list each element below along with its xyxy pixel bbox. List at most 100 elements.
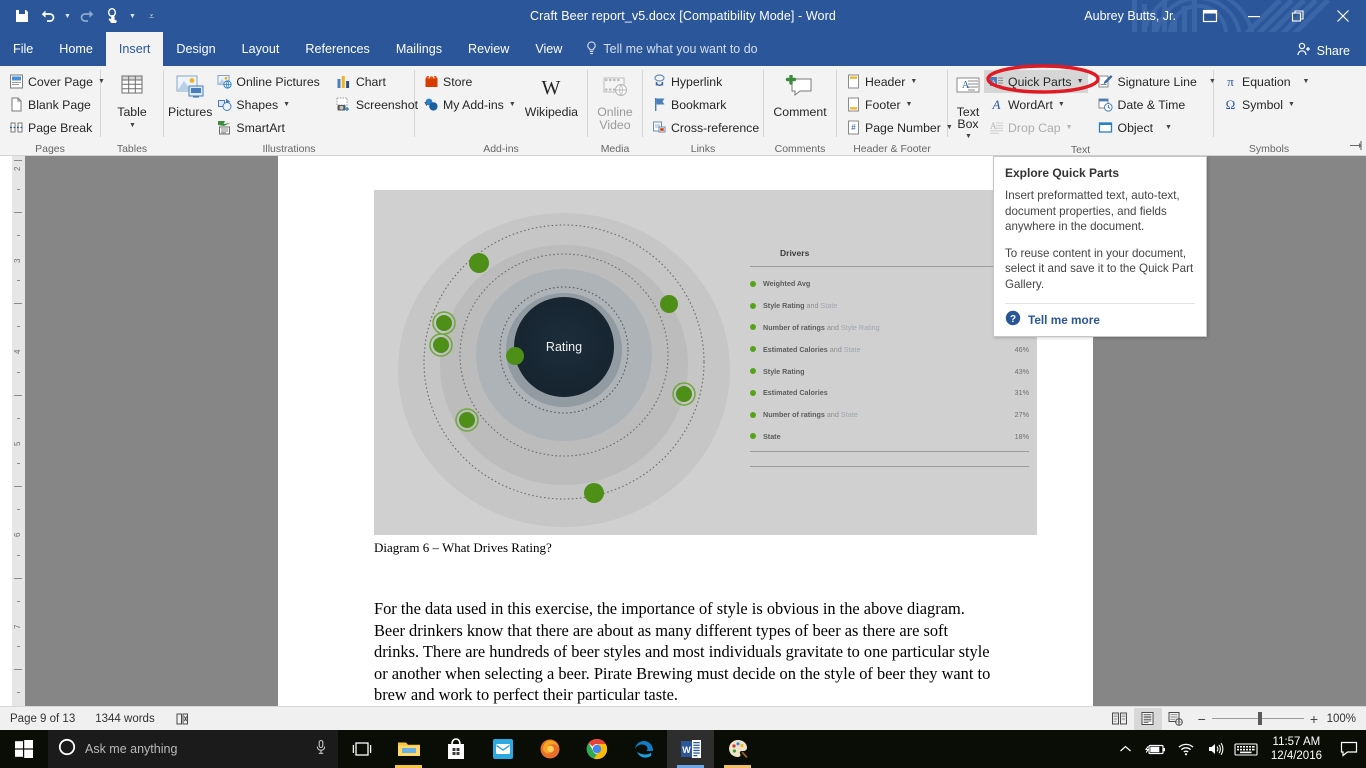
ribbon-display-options-icon[interactable] bbox=[1188, 0, 1232, 32]
ribbon-item-cross-reference[interactable]: Cross-reference bbox=[647, 116, 763, 139]
ribbon-item-page-break[interactable]: Page Break bbox=[4, 116, 109, 139]
ribbon-item-symbol[interactable]: Ω Symbol ▼ bbox=[1218, 93, 1313, 116]
zoom-slider[interactable]: − + bbox=[1190, 712, 1326, 726]
drivers-row[interactable]: State 18% bbox=[750, 426, 1029, 448]
chevron-down-icon[interactable]: ▼ bbox=[1303, 78, 1310, 85]
zoom-level-label[interactable]: 100% bbox=[1326, 713, 1360, 725]
store-bag-icon[interactable] bbox=[432, 730, 479, 768]
close-icon[interactable] bbox=[1320, 0, 1366, 32]
taskbar-clock[interactable]: 11:57 AM 12/4/2016 bbox=[1261, 730, 1332, 768]
document-body-paragraph[interactable]: For the data used in this exercise, the … bbox=[374, 598, 996, 706]
ribbon-item-signature-line[interactable]: Signature Line ▼ bbox=[1094, 70, 1220, 93]
system-tray[interactable]: 11:57 AM 12/4/2016 bbox=[1111, 730, 1366, 768]
status-bar-right[interactable]: − + 100% bbox=[1106, 707, 1360, 730]
paint-icon[interactable] bbox=[714, 730, 761, 768]
drivers-row[interactable]: Number of ratings and State 27% bbox=[750, 404, 1029, 426]
drivers-row[interactable]: Number of ratings and Style Rating bbox=[750, 317, 1029, 339]
word-icon[interactable]: W bbox=[667, 730, 714, 768]
ribbon-item-header[interactable]: Header ▼ bbox=[841, 70, 957, 93]
user-account-name[interactable]: Aubrey Butts, Jr. bbox=[1084, 9, 1176, 23]
ribbon-item-smartart[interactable]: SmartArt bbox=[212, 116, 323, 139]
embedded-diagram-image[interactable]: Rating Drivers Weighted Avg Style Rating… bbox=[374, 190, 1037, 535]
ribbon-item-cover-page[interactable]: Cover Page ▼ bbox=[4, 70, 109, 93]
drivers-row[interactable]: Style Rating and State bbox=[750, 295, 1029, 317]
vertical-ruler[interactable]: 2 3 4 5 6 7 bbox=[0, 156, 25, 706]
ribbon-item-table[interactable]: Table ▼ bbox=[105, 70, 159, 132]
tab-view[interactable]: View bbox=[522, 32, 575, 66]
drivers-row[interactable]: Weighted Avg bbox=[750, 273, 1029, 295]
ribbon-item-store[interactable]: Store bbox=[419, 70, 520, 93]
ribbon-item-blank-page[interactable]: Blank Page bbox=[4, 93, 109, 116]
tab-insert[interactable]: Insert bbox=[105, 32, 164, 66]
ribbon-item-pictures[interactable]: Pictures bbox=[168, 70, 212, 119]
file-explorer-icon[interactable] bbox=[385, 730, 432, 768]
ribbon-item-my-addins[interactable]: My Add-ins ▼ bbox=[419, 93, 520, 116]
ribbon-item-object[interactable]: Object ▼ bbox=[1094, 116, 1220, 139]
speaker-icon[interactable] bbox=[1201, 730, 1231, 768]
print-layout-icon[interactable] bbox=[1133, 707, 1162, 730]
zoom-track[interactable] bbox=[1211, 712, 1304, 725]
task-view-icon[interactable] bbox=[338, 730, 385, 768]
ribbon-item-page-number[interactable]: # Page Number ▼ bbox=[841, 116, 957, 139]
cortana-search-box[interactable]: Ask me anything bbox=[48, 730, 338, 768]
tell-me-more-link[interactable]: ? Tell me more bbox=[1005, 310, 1195, 329]
ribbon-item-text-box[interactable]: A Text Box ▼ bbox=[952, 70, 984, 143]
ribbon-item-comment[interactable]: Comment bbox=[768, 70, 832, 119]
chevron-down-icon[interactable]: ▼ bbox=[910, 78, 917, 85]
share-button[interactable]: Share bbox=[1289, 37, 1358, 64]
proofing-errors-icon[interactable] bbox=[165, 707, 200, 731]
ribbon-item-shapes[interactable]: Shapes ▼ bbox=[212, 93, 323, 116]
windows-start-icon[interactable] bbox=[0, 730, 48, 768]
chevron-down-icon[interactable]: ▼ bbox=[129, 119, 136, 132]
ribbon-item-hyperlink[interactable]: Hyperlink bbox=[647, 70, 763, 93]
tab-references[interactable]: References bbox=[292, 32, 382, 66]
ribbon-item-quick-parts[interactable]: A Quick Parts ▼ bbox=[984, 70, 1088, 93]
drivers-row[interactable]: Estimated Calories and State 46% bbox=[750, 338, 1029, 360]
zoom-out-button[interactable]: − bbox=[1198, 712, 1206, 726]
microphone-icon[interactable] bbox=[314, 739, 328, 760]
ribbon-item-wikipedia[interactable]: W Wikipedia bbox=[520, 70, 583, 119]
status-page-number[interactable]: Page 9 of 13 bbox=[0, 707, 85, 731]
document-page[interactable]: Rating Drivers Weighted Avg Style Rating… bbox=[278, 156, 1093, 706]
read-mode-icon[interactable] bbox=[1106, 708, 1134, 730]
tab-mailings[interactable]: Mailings bbox=[383, 32, 455, 66]
tab-file[interactable]: File bbox=[0, 32, 46, 66]
drivers-row[interactable]: Style Rating 43% bbox=[750, 360, 1029, 382]
zoom-in-button[interactable]: + bbox=[1310, 712, 1318, 726]
chrome-icon[interactable] bbox=[573, 730, 620, 768]
chevron-down-icon[interactable]: ▼ bbox=[1288, 101, 1295, 108]
edge-icon[interactable] bbox=[620, 730, 667, 768]
ribbon-item-equation[interactable]: π Equation ▼ bbox=[1218, 70, 1313, 93]
collapse-ribbon-icon[interactable] bbox=[1349, 140, 1362, 154]
touch-keyboard-icon[interactable] bbox=[1231, 730, 1261, 768]
chevron-up-icon[interactable] bbox=[1111, 730, 1141, 768]
chevron-down-icon[interactable]: ▼ bbox=[283, 101, 290, 108]
mail-icon[interactable] bbox=[479, 730, 526, 768]
ribbon-item-footer[interactable]: Footer ▼ bbox=[841, 93, 957, 116]
battery-charging-icon[interactable] bbox=[1141, 730, 1171, 768]
ribbon-item-online-pictures[interactable]: Online Pictures bbox=[212, 70, 323, 93]
restore-icon[interactable] bbox=[1276, 0, 1320, 32]
wifi-icon[interactable] bbox=[1171, 730, 1201, 768]
chevron-down-icon[interactable]: ▼ bbox=[1165, 124, 1172, 131]
tab-home[interactable]: Home bbox=[46, 32, 106, 66]
tab-layout[interactable]: Layout bbox=[229, 32, 293, 66]
ribbon-item-wordart[interactable]: A WordArt ▼ bbox=[984, 93, 1088, 116]
chevron-down-icon[interactable]: ▼ bbox=[1058, 101, 1065, 108]
chevron-down-icon[interactable]: ▼ bbox=[906, 101, 913, 108]
minimize-icon[interactable] bbox=[1232, 0, 1276, 32]
firefox-icon[interactable] bbox=[526, 730, 573, 768]
ribbon-item-bookmark[interactable]: Bookmark bbox=[647, 93, 763, 116]
chevron-down-icon[interactable]: ▼ bbox=[1066, 124, 1073, 131]
web-layout-icon[interactable] bbox=[1162, 708, 1190, 730]
zoom-thumb[interactable] bbox=[1257, 712, 1262, 725]
tab-design[interactable]: Design bbox=[163, 32, 228, 66]
status-bar[interactable]: Page 9 of 13 1344 words − + 100% bbox=[0, 706, 1366, 730]
action-center-icon[interactable] bbox=[1332, 730, 1366, 768]
chevron-down-icon[interactable]: ▼ bbox=[965, 130, 972, 143]
ribbon[interactable]: Cover Page ▼ Blank Page Page Break Pages… bbox=[0, 66, 1366, 156]
ribbon-item-drop-cap[interactable]: A Drop Cap ▼ bbox=[984, 116, 1088, 139]
tab-review[interactable]: Review bbox=[455, 32, 522, 66]
status-word-count[interactable]: 1344 words bbox=[85, 707, 164, 731]
tell-me-search[interactable]: Tell me what you want to do bbox=[575, 32, 767, 66]
